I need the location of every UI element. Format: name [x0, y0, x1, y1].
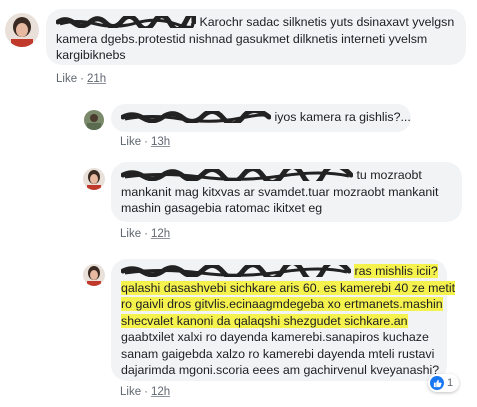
comment-text: shecvalet kanoni da qalaqshi shezgudet s… [121, 313, 408, 328]
avatar[interactable] [83, 264, 105, 286]
avatar[interactable] [84, 110, 104, 130]
avatar[interactable] [5, 13, 39, 47]
like-reaction-icon [430, 376, 444, 390]
comment-bubble: iyos kamera ra gishlis?... [111, 104, 411, 132]
like-link[interactable]: Like [56, 73, 77, 85]
redacted-name [121, 169, 353, 181]
comment-meta: Like · 12h [120, 228, 171, 240]
timestamp[interactable]: 12h [151, 228, 170, 240]
comment-bubble: ras mishlis icii? qalashi dasashvebi sic… [111, 259, 456, 381]
profile-photo-icon [83, 264, 105, 286]
profile-photo-icon [83, 168, 105, 190]
comment-text: ras mishlis icii? [354, 264, 438, 278]
redacted-name [121, 265, 351, 277]
comment-meta: Like · 13h [120, 136, 171, 148]
comment-meta: Like · 12h [120, 386, 171, 398]
comment-bubble: tu mozraobt mankanit mag kitxvas ar svam… [111, 162, 462, 222]
comment-text: dajarimda mgoni.scoria eees am gachirven… [121, 363, 440, 377]
timestamp[interactable]: 13h [151, 136, 170, 148]
timestamp[interactable]: 12h [151, 386, 170, 398]
profile-photo-icon [84, 110, 104, 130]
like-link[interactable]: Like [120, 136, 141, 148]
comment-text: mashin gasagebia ratomac ikitxet eg [121, 201, 323, 215]
redacted-name [121, 111, 271, 123]
comment-meta: Like · 21h [56, 73, 107, 85]
comment-bubble: Karochr sadac silknetis yuts dsinaxavt y… [46, 9, 466, 65]
comment-text: ro gaivli dros gitvlis.ecinaagmdegeba xo… [121, 297, 443, 311]
comment-text: Karochr sadac silknetis yuts dsinaxavt y… [199, 15, 455, 29]
like-link[interactable]: Like [120, 228, 141, 240]
comment-text: mankanit mag kitxvas ar svamdet.tuar moz… [121, 184, 439, 199]
comment-text: kamera dgebs.protestid nishnad gasukmet … [56, 31, 428, 46]
profile-photo-icon [5, 13, 39, 47]
reaction-count[interactable]: 1 [428, 374, 460, 392]
comment-text: gaabtxilet xalxi ro dayenda kamerebi.san… [121, 330, 429, 344]
comment-text: iyos kamera ra gishlis?... [274, 110, 411, 124]
comment-text: qalashi dasashvebi sichkare aris 60. es … [121, 280, 456, 295]
comment-text: sanam gaigebda xalzo ro kamerebi dayenda… [121, 346, 435, 361]
redacted-name [56, 16, 196, 28]
comment-text: kargibiknebs [56, 48, 126, 62]
like-link[interactable]: Like [120, 386, 141, 398]
comment-text: tu mozraobt [356, 168, 422, 182]
avatar[interactable] [83, 168, 105, 190]
reaction-count-value: 1 [447, 377, 454, 389]
timestamp[interactable]: 21h [87, 73, 106, 85]
